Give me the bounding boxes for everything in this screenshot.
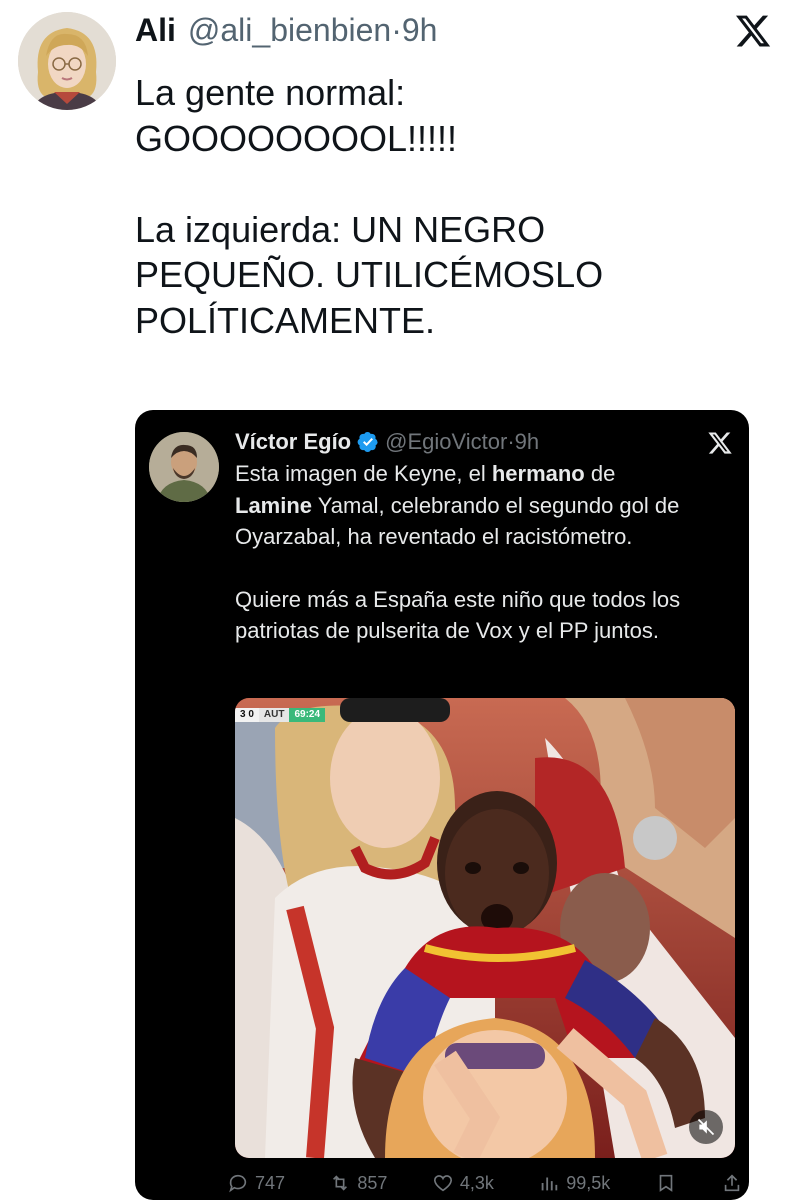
tweet-header: Ali @ali_bienbien · 9h	[135, 12, 437, 54]
highlight-lamine: Lamine	[235, 492, 313, 518]
share-button[interactable]	[721, 1172, 743, 1194]
separator-dot: ·	[391, 12, 402, 48]
verified-badge-icon	[357, 432, 378, 452]
quote-paragraph-1: Esta imagen de Keyne, el hermano de Lamin…	[235, 461, 680, 549]
heart-icon	[433, 1175, 452, 1192]
quote-timestamp[interactable]: 9h	[515, 429, 539, 455]
bookmark-icon	[659, 1174, 672, 1192]
video-frame-illustration	[235, 698, 735, 1158]
share-icon	[724, 1174, 740, 1192]
tweet-text: La gente normal: GOOOOOOOOL!!!!! La izqu…	[135, 72, 604, 341]
speaker-muted-icon	[697, 1118, 715, 1136]
scoreboard-clock: 69:24	[289, 708, 326, 722]
quote-text: Esta imagen de Keyne, el hermano de Lamin…	[235, 458, 735, 647]
quote-avatar[interactable]	[149, 432, 219, 502]
repost-button[interactable]: 857	[329, 1172, 387, 1194]
highlight-hermano: hermano	[491, 461, 585, 486]
scoreboard-team: AUT	[258, 708, 290, 722]
views-button[interactable]: 99,5k	[538, 1172, 610, 1194]
quote-user-handle[interactable]: @EgioVictor	[385, 429, 507, 455]
views-chart-icon	[541, 1177, 558, 1191]
reply-count: 747	[255, 1172, 286, 1193]
reply-button[interactable]: 747	[227, 1172, 285, 1194]
bookmark-button[interactable]	[655, 1172, 677, 1194]
quote-header: Víctor Egío @EgioVictor · 9h	[235, 428, 539, 456]
display-name[interactable]: Ali	[135, 12, 176, 49]
repost-count: 857	[357, 1172, 388, 1193]
quote-separator-dot: ·	[507, 429, 515, 454]
quote-media-video[interactable]: 3 0 AUT 69:24	[235, 698, 735, 1158]
like-count: 4,3k	[459, 1172, 494, 1193]
quote-display-name[interactable]: Víctor Egío	[235, 429, 351, 455]
reply-icon	[229, 1174, 247, 1193]
view-count: 99,5k	[566, 1172, 611, 1193]
quote-action-bar: 747 857 4,3k 99,5k	[227, 1168, 743, 1198]
quoted-tweet[interactable]: Víctor Egío @EgioVictor · 9h Esta imagen…	[135, 410, 749, 1200]
like-button[interactable]: 4,3k	[432, 1172, 494, 1194]
user-handle[interactable]: @ali_bienbien	[188, 12, 391, 49]
timestamp[interactable]: 9h	[402, 12, 438, 49]
avatar[interactable]	[18, 12, 116, 110]
x-logo-icon[interactable]	[733, 12, 773, 50]
scoreboard: 3 0 AUT 69:24	[235, 708, 326, 722]
quote-paragraph-2: Quiere más a España este niño que todos …	[235, 586, 681, 644]
quote-x-logo-icon[interactable]	[707, 430, 733, 456]
repost-icon	[333, 1175, 348, 1191]
mute-button[interactable]	[689, 1110, 723, 1144]
scoreboard-score: 3 0	[235, 708, 259, 722]
